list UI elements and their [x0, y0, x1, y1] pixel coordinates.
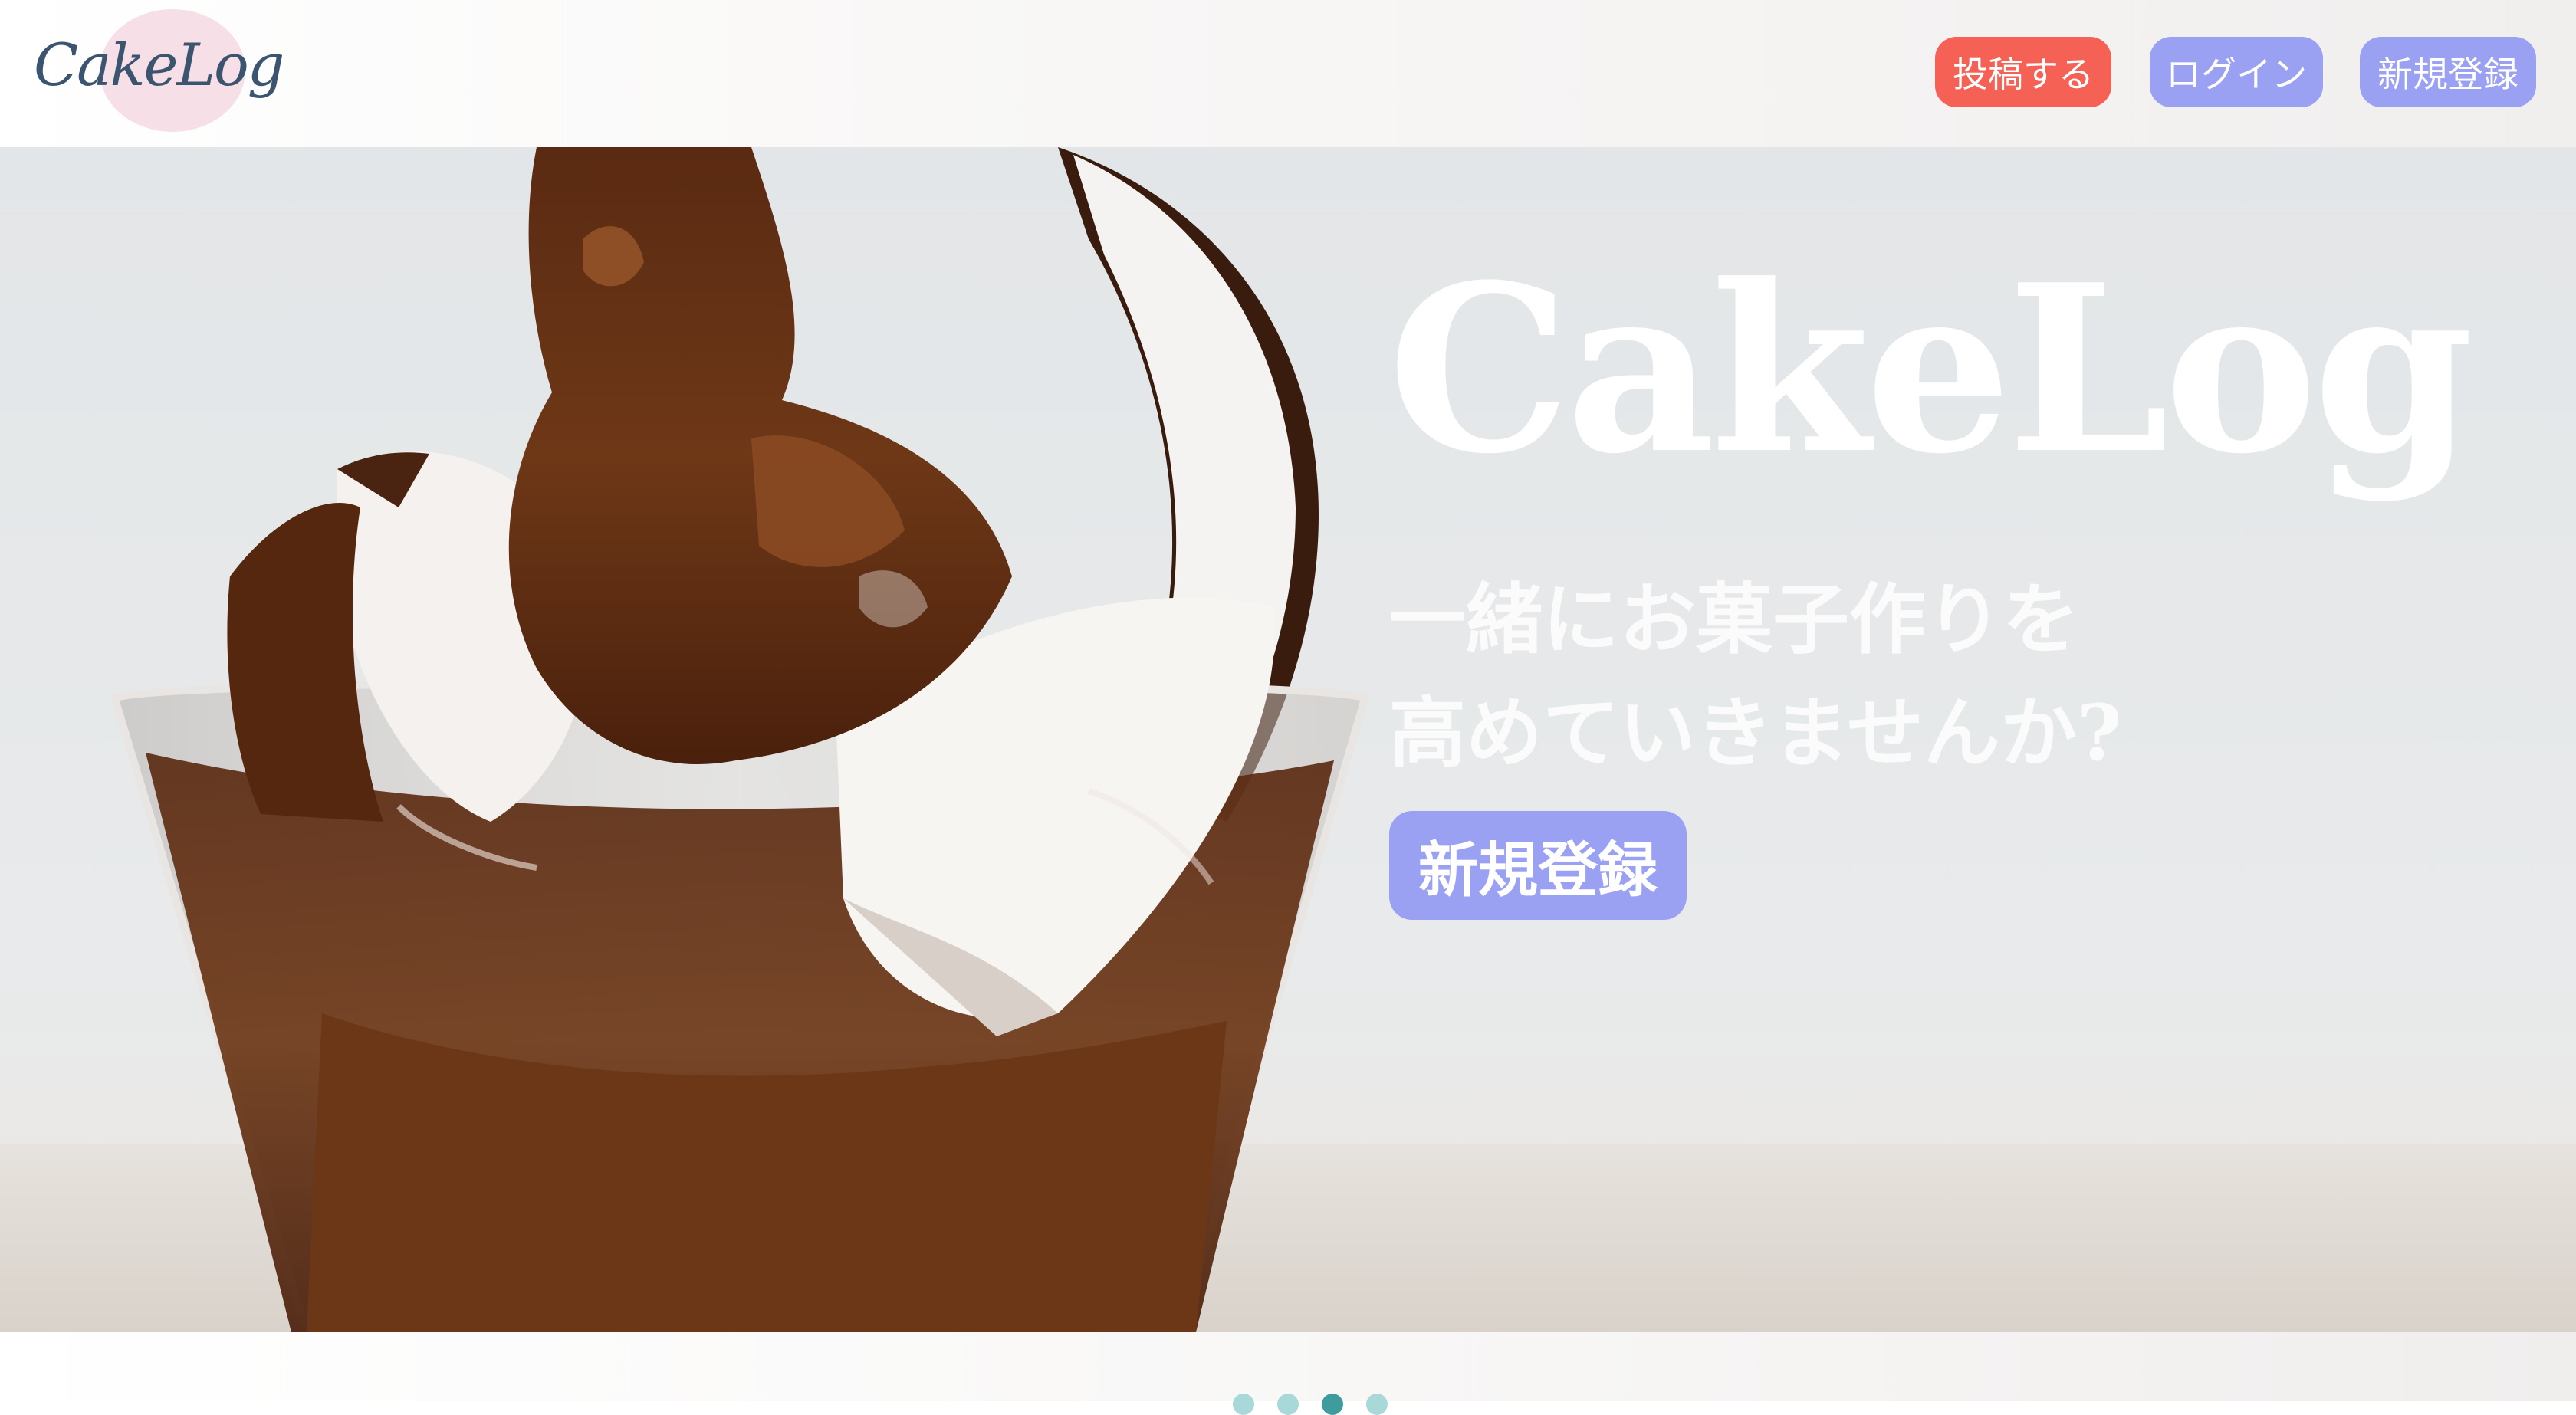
- carousel-strip: [0, 1332, 2576, 1415]
- site-header: CakeLog 投稿する ログイン 新規登録: [0, 0, 2576, 147]
- site-logo[interactable]: CakeLog: [34, 3, 284, 133]
- carousel-dot-active[interactable]: [1322, 1394, 1343, 1415]
- hero-subtitle-line2: 高めていきませんか?: [1389, 688, 2122, 778]
- signup-button[interactable]: 新規登録: [2360, 37, 2536, 107]
- hero-signup-button[interactable]: 新規登録: [1389, 811, 1687, 920]
- carousel-dot[interactable]: [1233, 1394, 1254, 1415]
- hero-section: CakeLog 一緒にお菓子作りを 高めていきませんか? 新規登録: [0, 147, 2576, 1332]
- hero-title: CakeLog: [1388, 234, 2474, 504]
- logo-text: CakeLog: [34, 31, 284, 99]
- post-button[interactable]: 投稿する: [1935, 37, 2111, 107]
- carousel-dots: [1233, 1394, 1388, 1415]
- hero-subtitle-line1: 一緒にお菓子作りを: [1389, 574, 2079, 665]
- login-button[interactable]: ログイン: [2150, 37, 2323, 107]
- carousel-dot[interactable]: [1366, 1394, 1388, 1415]
- carousel-dot[interactable]: [1277, 1394, 1299, 1415]
